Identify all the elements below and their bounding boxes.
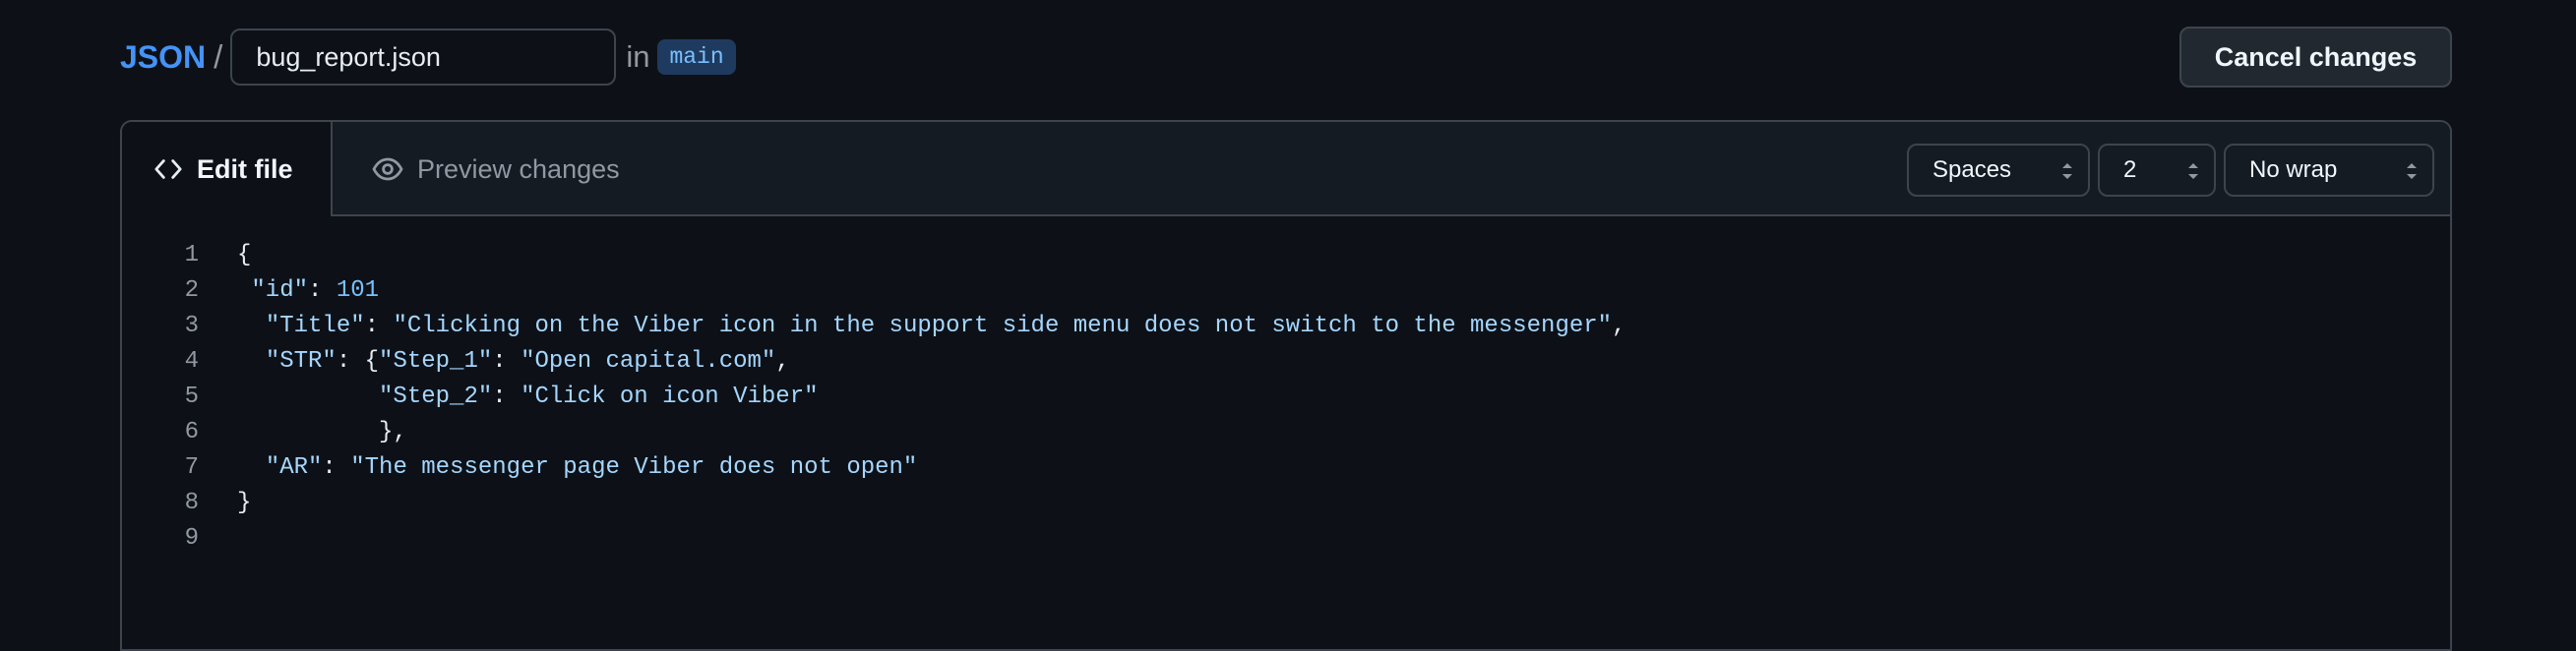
code-line[interactable]: 2 "id": 101 xyxy=(122,273,2450,309)
code-line[interactable]: 4 "STR": {"Step_1": "Open capital.com", xyxy=(122,344,2450,380)
line-content: } xyxy=(237,490,252,516)
wrap-mode-select[interactable]: No wrap xyxy=(2224,144,2434,197)
code-icon xyxy=(154,159,182,179)
line-content: }, xyxy=(237,419,407,445)
tab-edit-file-label: Edit file xyxy=(197,153,293,184)
line-number: 8 xyxy=(184,490,199,516)
code-line[interactable]: 1{ xyxy=(122,238,2450,273)
file-editor: Edit file Preview changes Spaces 2 No wr… xyxy=(120,120,2452,651)
in-label: in xyxy=(626,39,650,74)
line-number: 9 xyxy=(184,525,199,552)
indent-size-value: 2 xyxy=(2123,156,2137,183)
code-editor[interactable]: 1{2 "id": 101 3 "Title": "Clicking on the… xyxy=(122,238,2450,557)
line-content: "STR": {"Step_1": "Open capital.com", xyxy=(265,348,790,375)
line-number: 2 xyxy=(184,277,199,304)
select-arrows-icon xyxy=(2188,163,2198,179)
indent-mode-value: Spaces xyxy=(1932,156,2012,183)
tab-preview-changes-label: Preview changes xyxy=(417,153,620,184)
cancel-changes-button[interactable]: Cancel changes xyxy=(2179,27,2452,88)
eye-icon xyxy=(372,157,403,181)
editor-toolbar: Edit file Preview changes Spaces 2 No wr… xyxy=(122,122,2450,216)
line-number: 6 xyxy=(184,419,199,445)
line-number: 4 xyxy=(184,348,199,375)
select-arrows-icon xyxy=(2062,163,2072,179)
code-line[interactable]: 8} xyxy=(122,486,2450,521)
indent-size-select[interactable]: 2 xyxy=(2098,144,2216,197)
wrap-mode-value: No wrap xyxy=(2249,156,2338,183)
code-line[interactable]: 5 "Step_2": "Click on icon Viber" xyxy=(122,380,2450,415)
filename-input[interactable] xyxy=(230,29,617,86)
line-number: 5 xyxy=(184,384,199,410)
code-line[interactable]: 3 "Title": "Clicking on the Viber icon i… xyxy=(122,309,2450,344)
breadcrumb: JSON / in main xyxy=(120,27,736,88)
breadcrumb-separator: / xyxy=(214,38,223,75)
code-line[interactable]: 6 }, xyxy=(122,415,2450,450)
line-content: "AR": "The messenger page Viber does not… xyxy=(265,454,918,481)
indent-mode-select[interactable]: Spaces xyxy=(1907,144,2090,197)
select-arrows-icon xyxy=(2407,163,2417,179)
editor-top-bar: JSON / in main Cancel changes xyxy=(120,27,2452,88)
branch-badge: main xyxy=(657,39,736,75)
tab-preview-changes[interactable]: Preview changes xyxy=(333,122,620,216)
code-line[interactable]: 7 "AR": "The messenger page Viber does n… xyxy=(122,450,2450,486)
line-content: { xyxy=(237,242,252,268)
line-number: 3 xyxy=(184,313,199,339)
line-number: 1 xyxy=(184,242,199,268)
line-content: "Step_2": "Click on icon Viber" xyxy=(379,384,819,410)
line-content: "id": 101 xyxy=(251,277,380,304)
line-content: "Title": "Clicking on the Viber icon in … xyxy=(265,313,1626,339)
repo-link[interactable]: JSON xyxy=(120,27,206,88)
code-line[interactable]: 9 xyxy=(122,521,2450,557)
line-number: 7 xyxy=(184,454,199,481)
tab-edit-file[interactable]: Edit file xyxy=(122,122,333,216)
